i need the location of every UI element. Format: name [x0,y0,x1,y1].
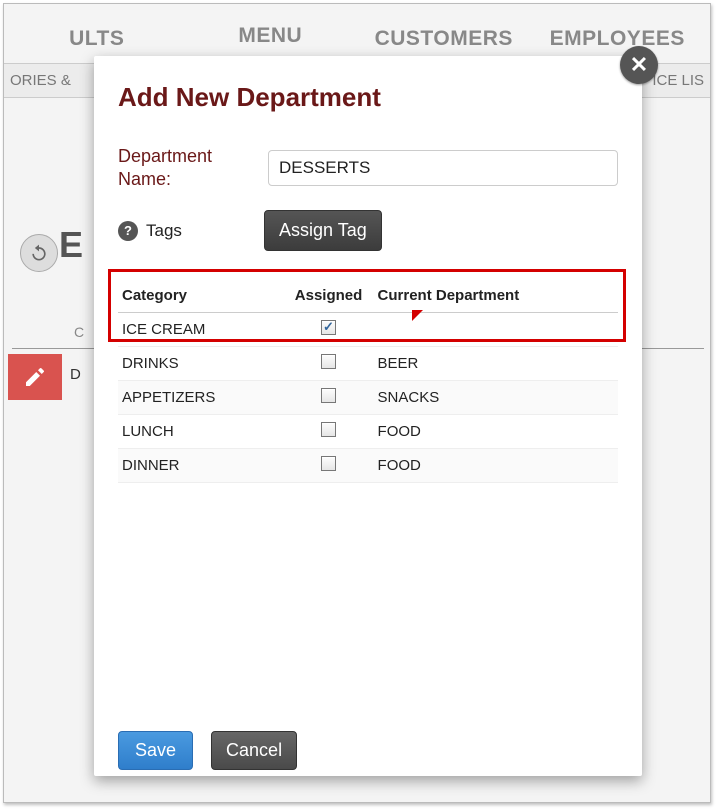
tab-ults[interactable]: ULTS [10,9,184,63]
column-header-fragment: C [74,324,84,340]
tab-customers[interactable]: CUSTOMERS [357,9,531,63]
assigned-checkbox[interactable] [321,422,336,437]
refresh-button[interactable] [20,234,58,272]
cell-current-department [374,313,618,347]
department-name-input[interactable] [268,150,618,186]
category-table-wrap: Category Assigned Current Department ICE… [118,279,618,483]
cell-category: APPETIZERS [118,381,284,415]
bg-letter-e: E [59,224,83,266]
tags-label: Tags [146,221,264,241]
cell-assigned [284,313,374,347]
cell-category: DRINKS [118,347,284,381]
col-assigned: Assigned [284,279,374,313]
assigned-checkbox[interactable] [321,320,336,335]
subheader-right: ICE LIS [652,72,704,89]
cell-assigned [284,347,374,381]
category-table: Category Assigned Current Department ICE… [118,279,618,483]
tab-employees[interactable]: EMPLOYEES [531,9,705,63]
table-row: ICE CREAM [118,313,618,347]
table-row: DRINKS BEER [118,347,618,381]
modal-title: Add New Department [118,82,618,113]
department-name-label: Department Name: [118,145,268,190]
cell-current-department: FOOD [374,415,618,449]
highlight-flag-icon [412,310,423,321]
refresh-icon [29,243,49,263]
col-category: Category [118,279,284,313]
bg-letter-d: D [70,366,81,383]
table-row: DINNER FOOD [118,449,618,483]
tab-menu[interactable]: MENU [184,6,358,63]
assign-tag-button[interactable]: Assign Tag [264,210,382,251]
add-department-modal: ✕ Add New Department Department Name: ? … [94,56,642,776]
close-icon: ✕ [630,52,648,78]
save-button[interactable]: Save [118,731,193,770]
pencil-icon [23,365,47,389]
subheader-left: ORIES & [10,72,71,89]
cell-assigned [284,415,374,449]
assigned-checkbox[interactable] [321,456,336,471]
nav-tabs: ULTS MENU CUSTOMERS EMPLOYEES [4,4,710,64]
assigned-checkbox[interactable] [321,388,336,403]
cancel-button[interactable]: Cancel [211,731,297,770]
table-row: LUNCH FOOD [118,415,618,449]
edit-row-button[interactable] [8,354,62,400]
cell-current-department: BEER [374,347,618,381]
cell-category: DINNER [118,449,284,483]
cell-category: ICE CREAM [118,313,284,347]
cell-assigned [284,449,374,483]
table-row: APPETIZERS SNACKS [118,381,618,415]
assigned-checkbox[interactable] [321,354,336,369]
help-icon[interactable]: ? [118,221,138,241]
cell-current-department: SNACKS [374,381,618,415]
close-button[interactable]: ✕ [620,46,658,84]
cell-assigned [284,381,374,415]
cell-category: LUNCH [118,415,284,449]
cell-current-department: FOOD [374,449,618,483]
col-current-department: Current Department [374,279,618,313]
